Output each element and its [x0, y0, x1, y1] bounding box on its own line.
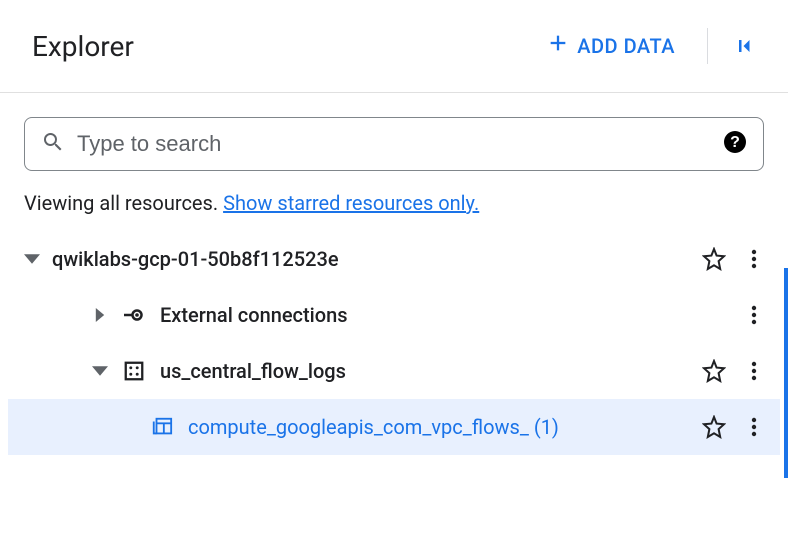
more-vert-icon: [742, 247, 766, 271]
filter-status-text: Viewing all resources.: [24, 191, 223, 215]
svg-text:?: ?: [730, 134, 740, 151]
tree-row-external-connections[interactable]: External connections: [8, 287, 780, 343]
more-actions-button[interactable]: [736, 297, 772, 333]
tree-row-project[interactable]: qwiklabs-gcp-01-50b8f112523e: [8, 231, 780, 287]
page-title: Explorer: [32, 30, 134, 63]
add-data-label: ADD DATA: [577, 34, 675, 58]
more-vert-icon: [742, 303, 766, 327]
selection-indicator: [784, 268, 788, 478]
expand-toggle[interactable]: [88, 363, 112, 379]
search-input[interactable]: [77, 131, 711, 157]
tree-row-dataset[interactable]: us_central_flow_logs: [8, 343, 780, 399]
star-outline-icon: [702, 415, 726, 439]
search-icon: [41, 130, 65, 158]
star-outline-icon: [702, 359, 726, 383]
chevron-down-icon: [24, 251, 40, 267]
more-actions-button[interactable]: [736, 353, 772, 389]
star-button[interactable]: [696, 409, 732, 445]
table-icon: [148, 416, 176, 438]
star-button[interactable]: [696, 353, 732, 389]
project-label: qwiklabs-gcp-01-50b8f112523e: [52, 247, 688, 271]
plus-icon: [547, 32, 569, 60]
table-label: compute_googleapis_com_vpc_flows_ (1): [188, 415, 688, 439]
dataset-label: us_central_flow_logs: [160, 359, 688, 383]
search-box[interactable]: ?: [24, 117, 764, 171]
star-outline-icon: [702, 247, 726, 271]
show-starred-link[interactable]: Show starred resources only.: [223, 191, 479, 215]
chevron-right-icon: [93, 308, 107, 322]
more-vert-icon: [742, 359, 766, 383]
dataset-icon: [120, 360, 148, 382]
expand-toggle[interactable]: [20, 251, 44, 267]
external-connections-label: External connections: [160, 303, 728, 327]
collapse-left-icon: [732, 34, 756, 58]
resource-tree: qwiklabs-gcp-01-50b8f112523e External co…: [0, 231, 788, 455]
external-connections-icon: [120, 303, 148, 327]
more-actions-button[interactable]: [736, 241, 772, 277]
collapse-panel-button[interactable]: [724, 26, 764, 66]
more-vert-icon: [742, 415, 766, 439]
add-data-button[interactable]: ADD DATA: [535, 24, 687, 68]
star-button[interactable]: [696, 241, 732, 277]
divider: [707, 28, 708, 64]
chevron-down-icon: [92, 363, 108, 379]
tree-row-table[interactable]: compute_googleapis_com_vpc_flows_ (1): [8, 399, 780, 455]
expand-toggle[interactable]: [88, 308, 112, 322]
help-icon[interactable]: ?: [723, 130, 747, 158]
more-actions-button[interactable]: [736, 409, 772, 445]
